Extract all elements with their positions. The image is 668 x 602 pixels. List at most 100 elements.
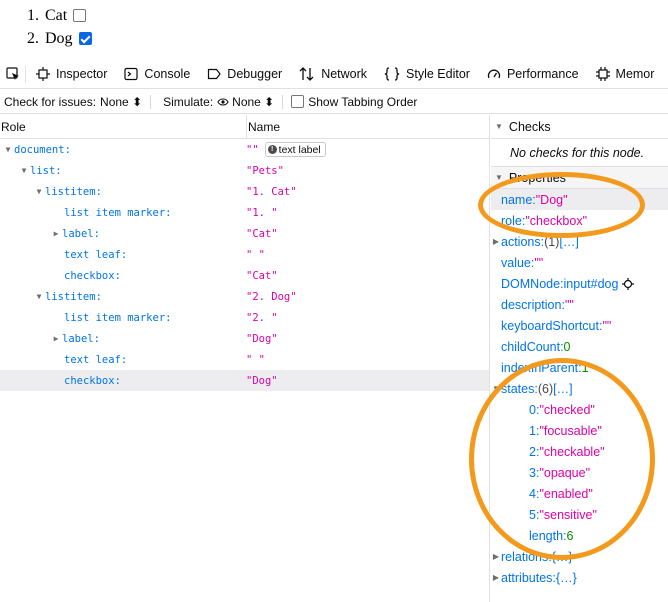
cat-checkbox[interactable] [73, 9, 87, 22]
prop-state-item[interactable]: 0: "checked" [491, 399, 668, 420]
show-tabbing-order-checkbox[interactable] [291, 95, 305, 108]
prop-role[interactable]: role: "checkbox" [491, 210, 668, 231]
prop-expand[interactable]: […] [553, 382, 572, 396]
tree-row[interactable]: text leaf: " " [0, 349, 489, 370]
prop-key: 0: [529, 402, 540, 417]
prop-key: 1: [529, 423, 540, 438]
role-column-header[interactable]: Role [0, 120, 246, 134]
prop-key: keyboardShortcut: [501, 318, 603, 333]
expanded-twisty-icon[interactable]: ▼ [491, 384, 501, 393]
expanded-twisty-icon[interactable]: ▼ [33, 292, 45, 301]
row-name: "1. " [246, 206, 278, 219]
debugger-icon [208, 68, 222, 80]
element-picker-button[interactable] [0, 65, 26, 83]
dog-checkbox[interactable] [78, 32, 92, 45]
collapsed-twisty-icon[interactable]: ▶ [50, 229, 62, 238]
show-tabbing-order-label[interactable]: Show Tabbing Order [308, 95, 417, 109]
text-label-badge[interactable]: ! text label [264, 142, 326, 157]
prop-state-item[interactable]: 4: "enabled" [491, 483, 668, 504]
tree-row[interactable]: text leaf: " " [0, 244, 489, 265]
prop-domnode[interactable]: DOMNode: input#dog [491, 273, 668, 294]
tab-network[interactable]: Network [289, 60, 374, 88]
row-name: "" [246, 143, 259, 156]
tab-console[interactable]: Console [114, 60, 197, 88]
prop-value: "checkable" [539, 444, 605, 459]
expanded-twisty-icon[interactable]: ▼ [2, 145, 14, 154]
tree-header: Role Name [0, 114, 489, 139]
tab-memory[interactable]: Memor [586, 60, 662, 88]
prop-state-item[interactable]: 1: "focusable" [491, 420, 668, 441]
prop-description[interactable]: description: "" [491, 294, 668, 315]
prop-attributes[interactable]: ▶ attributes: {…} [491, 567, 668, 588]
prop-name[interactable]: name: "Dog" [491, 189, 668, 210]
inspect-node-icon[interactable] [622, 277, 635, 290]
collapsed-twisty-icon[interactable]: ▶ [50, 334, 62, 343]
prop-key: 2: [529, 444, 540, 459]
prop-value: 1 [581, 360, 589, 375]
prop-expand[interactable]: […] [559, 235, 578, 249]
prop-key: relations: [501, 549, 552, 564]
tab-inspector[interactable]: Inspector [26, 60, 114, 88]
prop-key: 3: [529, 465, 540, 480]
no-checks-message: No checks for this node. [491, 139, 668, 167]
tree-row[interactable]: list item marker: "2. " [0, 307, 489, 328]
row-name: "Pets" [246, 164, 284, 177]
expanded-twisty-icon[interactable]: ▼ [33, 187, 45, 196]
collapsed-twisty-icon[interactable]: ▶ [491, 552, 501, 561]
prop-value[interactable]: value: "" [491, 252, 668, 273]
prop-value: "opaque" [539, 465, 591, 480]
prop-relations[interactable]: ▶ relations: {…} [491, 546, 668, 567]
tree-row[interactable]: ▶ label: "Cat" [0, 223, 489, 244]
prop-key: states: [501, 381, 538, 396]
check-issues-select[interactable]: None ⬍ [100, 95, 142, 109]
tree-row[interactable]: list item marker: "1. " [0, 202, 489, 223]
simulate-select[interactable]: None ⬍ [217, 95, 274, 109]
prop-state-item[interactable]: 2: "checkable" [491, 441, 668, 462]
info-icon: ! [267, 145, 277, 154]
tree-row[interactable]: ▶ label: "Dog" [0, 328, 489, 349]
prop-value: "" [534, 255, 544, 270]
tree-row[interactable]: ▼ document: "" ! text label [0, 139, 489, 160]
tree-row[interactable]: checkbox: "Cat" [0, 265, 489, 286]
row-name: "Cat" [246, 269, 278, 282]
prop-value[interactable]: input#dog [564, 277, 619, 291]
prop-state-item[interactable]: 5: "sensitive" [491, 504, 668, 525]
prop-value: 0 [563, 339, 571, 354]
tree-row-selected[interactable]: checkbox: "Dog" [0, 370, 489, 391]
tree-row[interactable]: ▼ list: "Pets" [0, 160, 489, 181]
prop-child-count[interactable]: childCount: 0 [491, 336, 668, 357]
prop-key: role: [501, 213, 526, 228]
collapsed-twisty-icon[interactable]: ▶ [491, 573, 501, 582]
row-role: document: [14, 143, 71, 156]
prop-value[interactable]: {…} [556, 571, 577, 585]
tab-performance[interactable]: Performance [477, 60, 586, 88]
checks-header[interactable]: ▼ Checks [491, 115, 668, 139]
collapsed-twisty-icon[interactable]: ▶ [491, 237, 501, 246]
expanded-twisty-icon[interactable]: ▼ [18, 166, 30, 175]
prop-value: "focusable" [539, 423, 602, 438]
prop-state-item[interactable]: 3: "opaque" [491, 462, 668, 483]
prop-states[interactable]: ▼ states: (6) […] [491, 378, 668, 399]
tree-row[interactable]: ▼ listitem: "2. Dog" [0, 286, 489, 307]
prop-index-in-parent[interactable]: indexInParent: 1 [491, 357, 668, 378]
prop-keyboard-shortcut[interactable]: keyboardShortcut: "" [491, 315, 668, 336]
tree-row[interactable]: ▼ listitem: "1. Cat" [0, 181, 489, 202]
tab-style-editor[interactable]: Style Editor [374, 60, 477, 88]
prop-states-length[interactable]: length: 6 [491, 525, 668, 546]
row-name: "1. Cat" [246, 185, 297, 198]
element-picker-icon [5, 67, 19, 80]
row-name: "Dog" [246, 374, 278, 387]
tab-debugger[interactable]: Debugger [197, 60, 289, 88]
network-icon [299, 67, 314, 81]
performance-icon [487, 69, 501, 79]
accessibility-sidebar: ▼ Checks No checks for this node. ▼ Proper… [491, 115, 668, 602]
row-role: text leaf: [64, 248, 128, 261]
devtools-toolbar: Inspector Console Debugger Network Style… [0, 60, 668, 89]
prop-actions[interactable]: ▶ actions: (1) […] [491, 231, 668, 252]
console-icon [124, 67, 139, 81]
properties-header[interactable]: ▼ Properties [491, 167, 668, 189]
page-item-number: 2. [27, 29, 39, 47]
name-column-header[interactable]: Name [246, 114, 489, 139]
row-role: label: [62, 332, 100, 345]
prop-value[interactable]: {…} [552, 550, 573, 564]
